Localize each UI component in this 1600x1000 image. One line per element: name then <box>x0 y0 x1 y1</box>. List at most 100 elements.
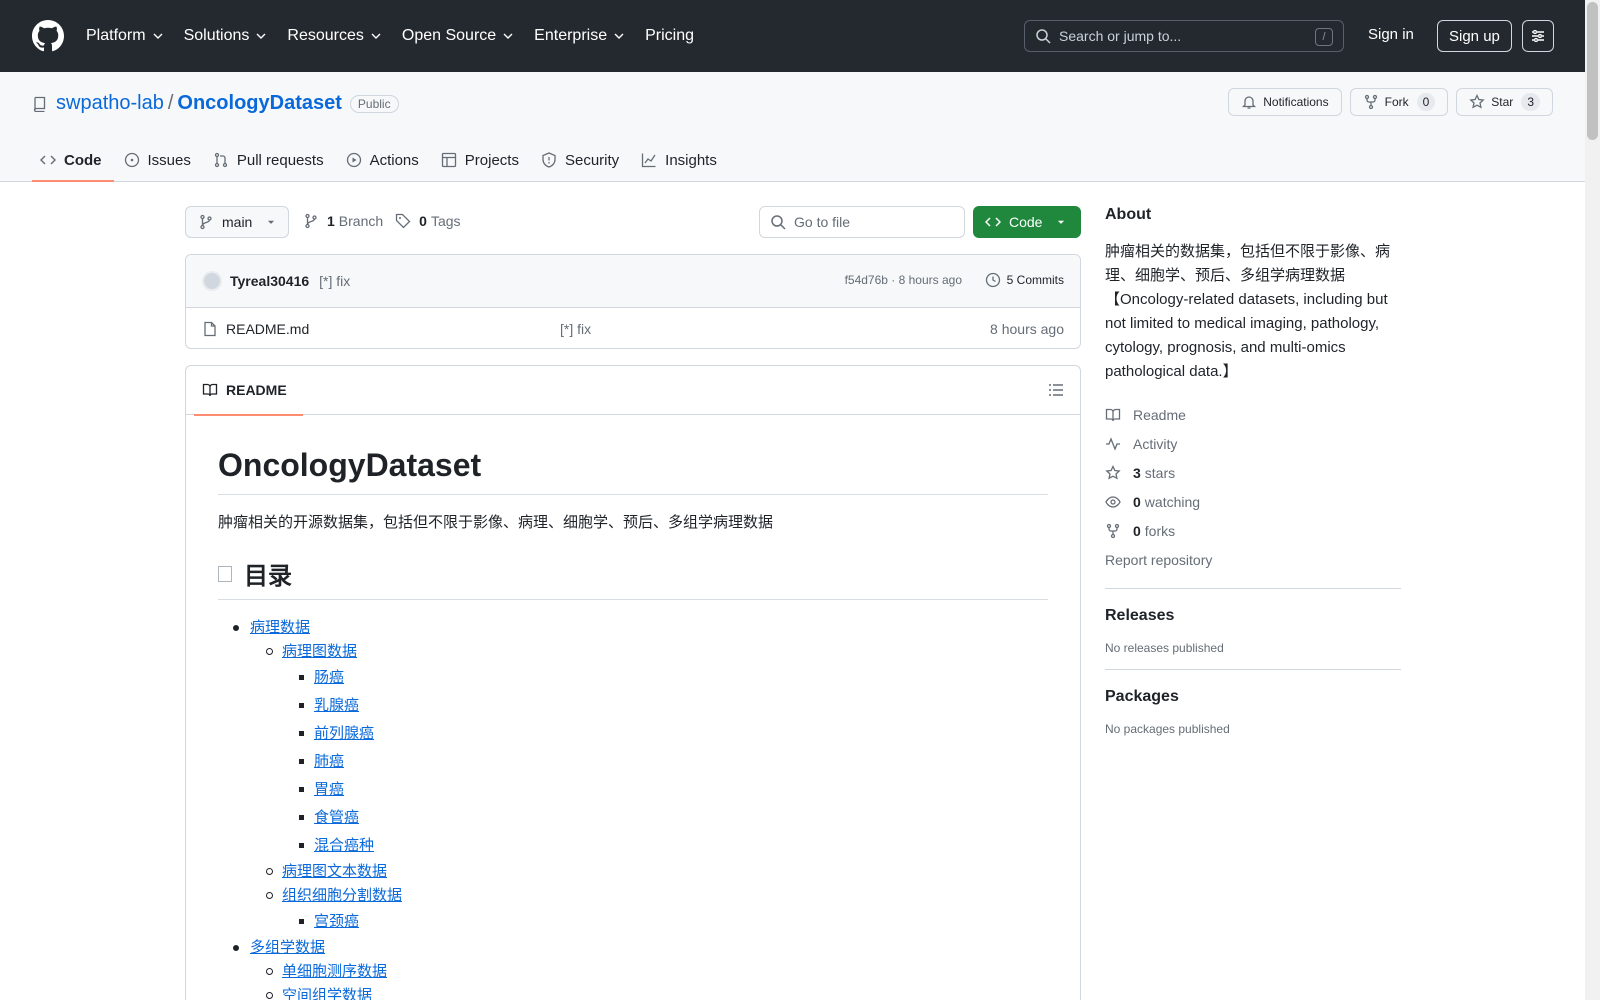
toc-link[interactable]: 混合癌种 <box>314 837 374 854</box>
star-button[interactable]: Star 3 <box>1456 88 1553 116</box>
outline-list-icon[interactable] <box>1048 382 1064 398</box>
bell-icon <box>1242 96 1257 109</box>
watching-label: watching <box>1144 493 1201 510</box>
report-repository-link[interactable]: Report repository <box>1105 545 1401 574</box>
tag-count[interactable]: 0 <box>419 213 427 229</box>
stars-label: stars <box>1144 464 1176 481</box>
global-search-input[interactable]: Search or jump to... / <box>1024 20 1344 52</box>
tab-issues[interactable]: Issues <box>116 138 203 182</box>
toc-link[interactable]: 前列腺癌 <box>314 725 374 742</box>
code-dropdown-button[interactable]: Code <box>973 206 1081 238</box>
list-item: 混合癌种 <box>218 832 1048 860</box>
repo-title: swpatho-lab / OncologyDataset Public <box>32 92 399 115</box>
toc-heading-text: 目录 <box>244 563 292 590</box>
tags-link[interactable]: Tags <box>431 213 461 229</box>
activity-link[interactable]: Activity <box>1105 429 1401 458</box>
toc-link[interactable]: 多组学数据 <box>250 939 325 956</box>
page-scrollbar[interactable] <box>1585 0 1600 1000</box>
list-item: 组织细胞分割数据 <box>218 884 1048 908</box>
pull-request-icon <box>214 152 228 168</box>
toc-link[interactable]: 空间组学数据 <box>282 987 372 1000</box>
packages-heading[interactable]: Packages <box>1105 688 1401 706</box>
commit-meta[interactable]: f54d76b · 8 hours ago <box>845 273 962 287</box>
list-item: 乳腺癌 <box>218 692 1048 720</box>
nav-pricing[interactable]: Pricing <box>645 27 694 45</box>
nav-enterprise[interactable]: Enterprise <box>534 27 625 45</box>
nav-platform[interactable]: Platform <box>86 27 164 45</box>
toc-link[interactable]: 单细胞测序数据 <box>282 963 387 980</box>
tab-insights[interactable]: Insights <box>633 138 729 182</box>
github-logo-icon[interactable] <box>32 20 64 52</box>
go-to-file-input[interactable]: Go to file <box>759 206 965 238</box>
bullet-icon <box>266 892 273 899</box>
releases-heading[interactable]: Releases <box>1105 607 1401 625</box>
repo-sidebar: About 肿瘤相关的数据集，包括但不限于影像、病理、细胞学、预后、多组学病理数… <box>1105 206 1401 736</box>
fork-counter: 0 <box>1416 93 1436 111</box>
list-item: 空间组学数据 <box>218 984 1048 1000</box>
toc-link[interactable]: 肠癌 <box>314 669 344 686</box>
commits-history-link[interactable]: 5 Commits <box>985 272 1064 288</box>
readme-tab[interactable]: README <box>194 366 303 416</box>
settings-menu-button[interactable] <box>1522 20 1554 52</box>
branch-selector[interactable]: main <box>185 206 290 238</box>
forks-link[interactable]: 0 forks <box>1105 516 1401 545</box>
table-row[interactable]: README.md [*] fix 8 hours ago <box>186 308 1080 348</box>
bullet-icon <box>299 759 304 764</box>
divider <box>1105 669 1401 670</box>
readme-link-label: Readme <box>1133 406 1186 423</box>
activity-link-label: Activity <box>1133 435 1178 452</box>
bullet-icon <box>266 648 273 655</box>
scrollbar-thumb[interactable] <box>1587 2 1598 140</box>
list-item: 胃癌 <box>218 776 1048 804</box>
tab-security[interactable]: Security <box>533 138 631 182</box>
toc-link[interactable]: 肺癌 <box>314 753 344 770</box>
bullet-icon <box>266 968 273 975</box>
toc-link[interactable]: 食管癌 <box>314 809 359 826</box>
toc-link[interactable]: 宫颈癌 <box>314 913 359 930</box>
tab-label: Issues <box>147 151 191 169</box>
tab-projects[interactable]: Projects <box>433 138 531 182</box>
repo-owner-link[interactable]: swpatho-lab <box>56 92 164 115</box>
stars-link[interactable]: 3 stars <box>1105 458 1401 487</box>
caret-down-icon <box>268 220 275 224</box>
bullet-icon <box>299 703 304 708</box>
toc-link[interactable]: 组织细胞分割数据 <box>282 887 402 904</box>
commit-message-link[interactable]: [*] fix <box>319 273 350 289</box>
watching-link[interactable]: 0 watching <box>1105 487 1401 516</box>
tab-label: Security <box>564 151 620 169</box>
repo-actions: Notifications Fork 0 Star 3 <box>1228 88 1553 116</box>
fork-icon <box>1364 94 1377 110</box>
nav-resources[interactable]: Resources <box>287 27 381 45</box>
visibility-badge: Public <box>349 94 399 113</box>
toc-link[interactable]: 病理图文本数据 <box>282 863 387 880</box>
book-icon <box>1105 408 1121 421</box>
file-name-link[interactable]: README.md <box>226 321 309 337</box>
sign-in-link[interactable]: Sign in <box>1368 26 1414 43</box>
repo-tabs: Code Issues Pull requests Actions Projec… <box>32 138 731 182</box>
readme-link[interactable]: Readme <box>1105 400 1401 429</box>
branch-link[interactable]: Branch <box>339 213 383 229</box>
toc-link[interactable]: 胃癌 <box>314 781 344 798</box>
repo-name-link[interactable]: OncologyDataset <box>177 92 341 115</box>
tab-pull-requests[interactable]: Pull requests <box>205 138 336 182</box>
nav-open-source[interactable]: Open Source <box>402 27 514 45</box>
toc-link[interactable]: 乳腺癌 <box>314 697 359 714</box>
avatar[interactable] <box>202 271 222 291</box>
readme-title: OncologyDataset <box>218 447 1048 495</box>
file-commit-message[interactable]: [*] fix <box>560 321 591 337</box>
branch-count[interactable]: 1 <box>327 213 335 229</box>
go-to-file-placeholder: Go to file <box>794 214 851 230</box>
notifications-button[interactable]: Notifications <box>1228 88 1342 116</box>
nav-label: Enterprise <box>534 27 608 44</box>
toc-link[interactable]: 病理图数据 <box>282 643 357 660</box>
commit-author-link[interactable]: Tyreal30416 <box>230 273 309 289</box>
nav-solutions[interactable]: Solutions <box>184 27 268 45</box>
sign-up-button[interactable]: Sign up <box>1437 20 1512 52</box>
toc-link[interactable]: 病理数据 <box>250 619 310 636</box>
fork-button[interactable]: Fork 0 <box>1349 88 1449 116</box>
packages-empty-text: No packages published <box>1105 722 1230 736</box>
star-icon <box>1105 464 1121 480</box>
tab-actions[interactable]: Actions <box>338 138 431 182</box>
tab-code[interactable]: Code <box>32 138 114 182</box>
pulse-icon <box>1106 436 1120 451</box>
